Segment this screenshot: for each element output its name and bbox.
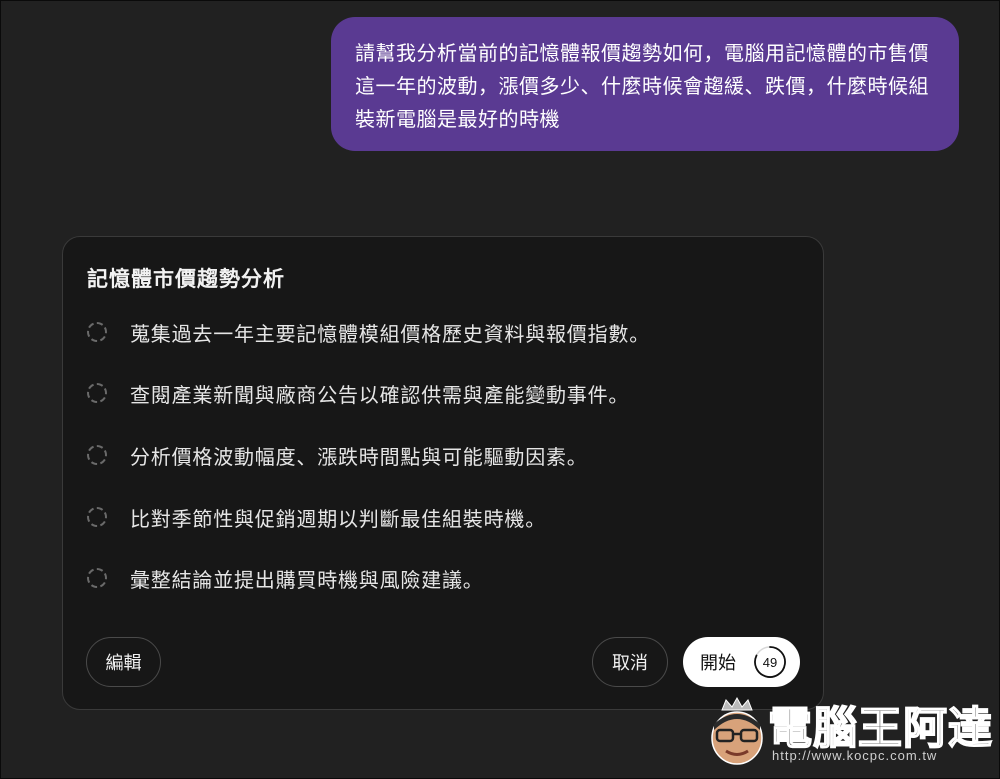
plan-step-text: 蒐集過去一年主要記憶體模組價格歷史資料與報價指數。 <box>130 321 650 346</box>
pending-step-icon <box>87 445 107 465</box>
mascot-face-icon <box>711 696 763 765</box>
plan-step: 比對季節性與促銷週期以判斷最佳組裝時機。 <box>87 502 546 532</box>
plan-step: 分析價格波動幅度、漲跌時間點與可能驅動因素。 <box>87 440 588 470</box>
user-message-bubble: 請幫我分析當前的記憶體報價趨勢如何，電腦用記憶體的市售價這一年的波動，漲價多少、… <box>331 17 959 151</box>
pending-step-icon <box>87 383 107 403</box>
plan-step-text: 彙整結論並提出購買時機與風險建議。 <box>130 567 484 592</box>
countdown-timer: 49 <box>753 645 787 679</box>
plan-title: 記憶體市價趨勢分析 <box>87 267 285 291</box>
plan-step-text: 查閱產業新聞與廠商公告以確認供需與產能變動事件。 <box>130 382 630 407</box>
pending-step-icon <box>87 568 107 588</box>
plan-step-text: 比對季節性與促銷週期以判斷最佳組裝時機。 <box>130 506 546 531</box>
site-watermark: 電腦王阿達 http://www.kocpc.com.tw <box>700 688 995 776</box>
plan-step-text: 分析價格波動幅度、漲跌時間點與可能驅動因素。 <box>130 444 588 469</box>
watermark-title: 電腦王阿達 <box>767 702 993 755</box>
countdown-seconds: 49 <box>762 654 778 670</box>
user-message-text: 請幫我分析當前的記憶體報價趨勢如何，電腦用記憶體的市售價這一年的波動，漲價多少、… <box>355 41 929 131</box>
start-button[interactable]: 開始 49 <box>683 637 800 687</box>
pending-step-icon <box>87 507 107 527</box>
plan-step: 蒐集過去一年主要記憶體模組價格歷史資料與報價指數。 <box>87 317 650 347</box>
start-button-label: 開始 <box>700 653 736 674</box>
edit-button[interactable]: 編輯 <box>86 637 161 687</box>
pending-step-icon <box>87 322 107 342</box>
watermark-url: http://www.kocpc.com.tw <box>772 748 938 763</box>
plan-step: 查閱產業新聞與廠商公告以確認供需與產能變動事件。 <box>87 378 629 408</box>
plan-step: 彙整結論並提出購買時機與風險建議。 <box>87 563 484 593</box>
cancel-button[interactable]: 取消 <box>592 637 668 687</box>
research-plan-card: 記憶體市價趨勢分析 蒐集過去一年主要記憶體模組價格歷史資料與報價指數。 查閱產業… <box>62 236 824 710</box>
